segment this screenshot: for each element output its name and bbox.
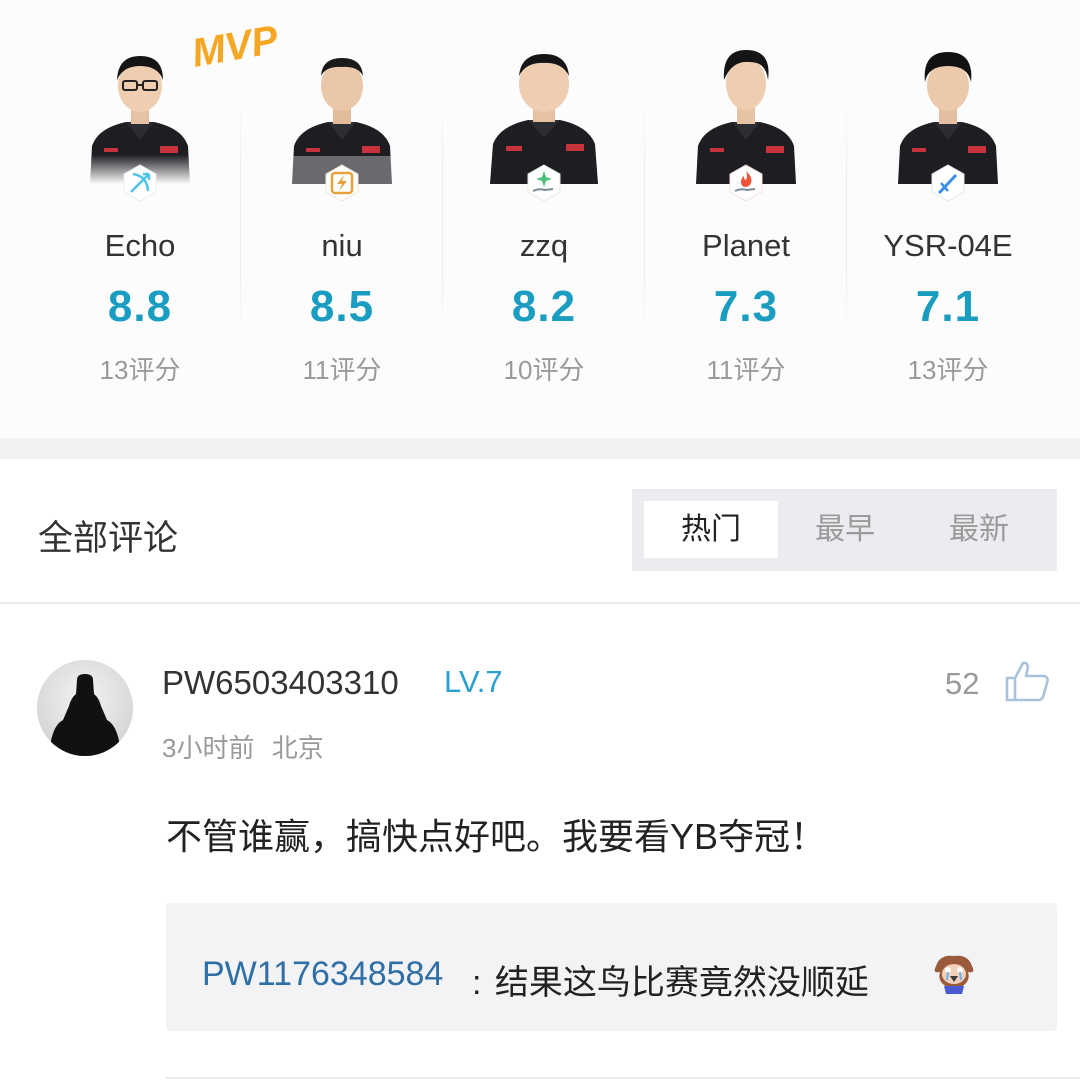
- user-level-badge: LV.7: [444, 664, 503, 699]
- comment-time: 3小时前: [162, 733, 255, 763]
- thumbs-up-icon[interactable]: [1004, 660, 1050, 702]
- player-rating-count: 13评分: [907, 355, 989, 385]
- crying-bird-emoji: [934, 955, 974, 994]
- reply-username[interactable]: PW1176348584: [202, 955, 443, 994]
- player-card-echo[interactable]: MVP Echo 8.8 13评分: [39, 0, 281, 438]
- player-portrait: [898, 52, 998, 184]
- comment-meta: 3小时前 北京: [162, 728, 324, 765]
- player-portrait: [696, 50, 796, 184]
- player-portrait: [282, 58, 402, 184]
- reply-box[interactable]: PW1176348584 : 结果这鸟比赛竟然没顺延: [166, 903, 1057, 1031]
- tab-hot[interactable]: 热门: [644, 501, 778, 558]
- player-name: Planet: [702, 228, 790, 263]
- player-rating-count: 13评分: [99, 355, 181, 385]
- comment-location: 北京: [271, 733, 324, 763]
- player-ratings-panel: MVP Echo 8.8 13评分 niu 8.5 11评分 zzq 8.2 1…: [0, 0, 1080, 438]
- comments-title: 全部评论: [38, 519, 179, 558]
- player-score: 7.3: [713, 282, 779, 331]
- player-score: 8.8: [107, 282, 173, 331]
- player-score: 8.5: [309, 282, 375, 331]
- player-score: 7.1: [915, 282, 981, 331]
- player-portrait: [490, 54, 598, 184]
- flame-hand-icon: [729, 164, 763, 202]
- player-name: niu: [321, 228, 363, 263]
- player-rating-count: 10评分: [503, 355, 585, 385]
- player-card-planet[interactable]: Planet 7.3 11评分: [645, 0, 847, 438]
- like-count: 52: [945, 666, 980, 701]
- comment-divider: [166, 1077, 1080, 1079]
- tab-earliest[interactable]: 最早: [778, 501, 912, 558]
- player-score: 8.2: [511, 282, 577, 331]
- player-rating-count: 11评分: [302, 355, 382, 385]
- player-card-niu[interactable]: niu 8.5 11评分: [241, 0, 443, 438]
- reply-username-text: PW1176348584: [202, 955, 444, 993]
- header-divider: [0, 602, 1080, 604]
- player-portrait: [80, 36, 200, 184]
- reply-separator: :: [472, 964, 482, 1002]
- player-name: zzq: [519, 228, 569, 263]
- bow-arrow-icon: [123, 164, 157, 202]
- comment-body: 不管谁赢，搞快点好吧。我要看YB夺冠！: [166, 816, 827, 857]
- reply-body: : 结果这鸟比赛竟然没顺延: [472, 955, 869, 1004]
- player-card-ysr-04e[interactable]: YSR-04E 7.1 13评分: [847, 0, 1049, 438]
- tab-newest[interactable]: 最新: [912, 501, 1046, 558]
- avatar[interactable]: [37, 660, 133, 756]
- comment-sort-bar: 热门 最早 最新: [632, 489, 1057, 571]
- silhouette-avatar-icon: [37, 660, 133, 756]
- player-name: YSR-04E: [883, 228, 1013, 263]
- section-separator: [0, 438, 1080, 459]
- reply-text: 结果这鸟比赛竟然没顺延: [494, 964, 869, 1002]
- player-name: Echo: [104, 228, 176, 263]
- sparkle-hand-icon: [527, 164, 561, 202]
- lightning-icon: [325, 164, 359, 202]
- player-card-zzq[interactable]: zzq 8.2 10评分: [443, 0, 645, 438]
- comment-username[interactable]: PW6503403310: [162, 664, 399, 702]
- player-rating-count: 11评分: [706, 355, 786, 385]
- sword-icon: [931, 164, 965, 202]
